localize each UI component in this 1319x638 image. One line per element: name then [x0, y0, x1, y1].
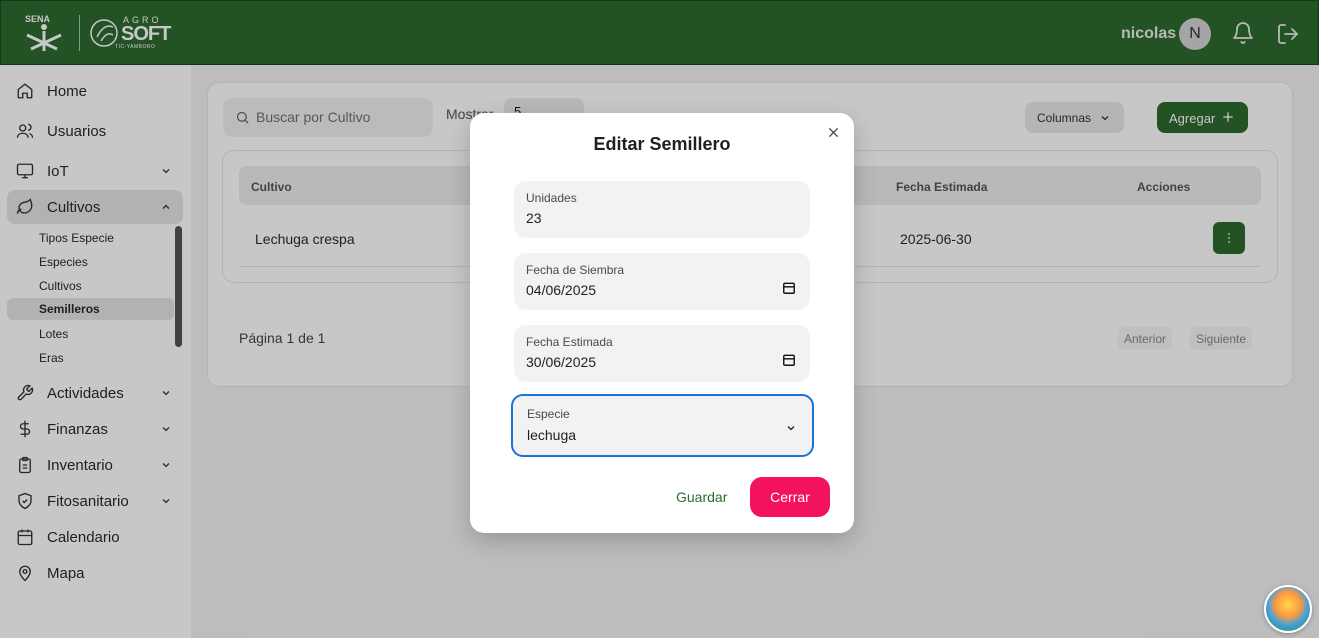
fecha-estimada-field[interactable]: Fecha Estimada 30/06/2025 — [514, 325, 810, 382]
calendar-icon[interactable] — [782, 353, 796, 367]
close-button[interactable]: Cerrar — [750, 477, 830, 517]
unidades-field[interactable]: Unidades 23 — [514, 181, 810, 238]
field-value: 23 — [526, 210, 542, 226]
field-label: Especie — [527, 407, 570, 421]
field-value: 30/06/2025 — [526, 354, 597, 370]
edit-semillero-modal: Editar Semillero Unidades 23 Fecha de Si… — [470, 113, 854, 533]
close-icon[interactable] — [827, 126, 840, 139]
field-label: Fecha de Siembra — [526, 263, 625, 277]
save-button[interactable]: Guardar — [676, 489, 727, 505]
calendar-icon[interactable] — [782, 281, 796, 295]
field-value: lechuga — [527, 427, 577, 443]
field-value: 04/06/2025 — [526, 282, 597, 298]
field-label: Fecha Estimada — [526, 335, 613, 349]
field-label: Unidades — [526, 191, 577, 205]
modal-title: Editar Semillero — [593, 134, 731, 154]
app-badge-logo[interactable] — [1264, 585, 1312, 633]
fecha-siembra-field[interactable]: Fecha de Siembra 04/06/2025 — [514, 253, 810, 310]
especie-select[interactable]: Especie lechuga — [511, 394, 814, 457]
chevron-down-icon — [787, 426, 795, 431]
